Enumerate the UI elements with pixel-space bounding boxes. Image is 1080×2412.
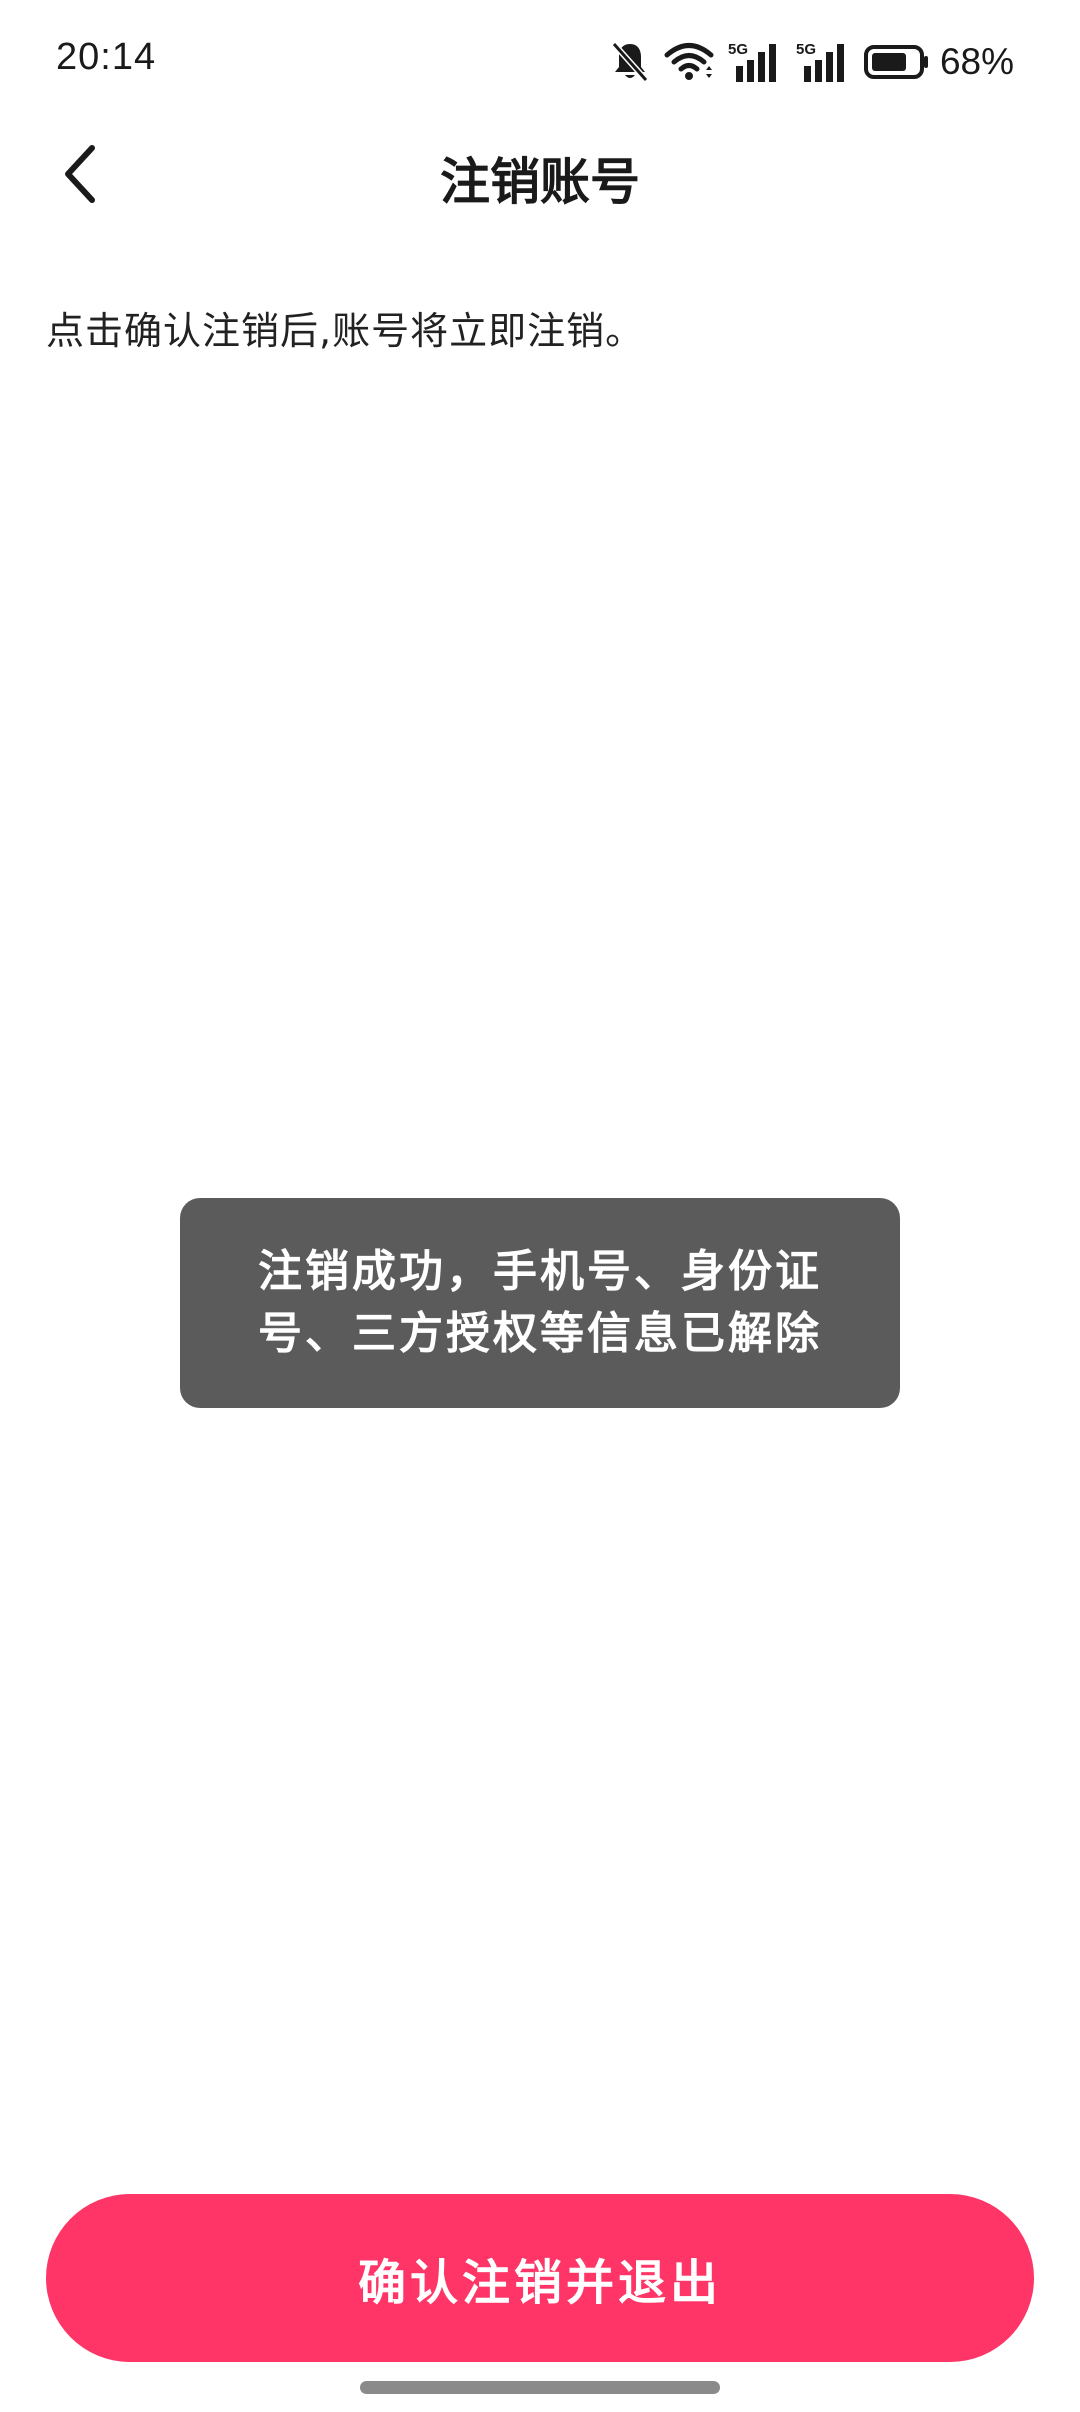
status-icons: 5G 5G 68% — [610, 36, 1014, 88]
bell-off-icon — [610, 40, 650, 84]
battery-percent: 68% — [939, 41, 1014, 82]
signal-label: 5G — [728, 41, 748, 58]
deactivation-description: 点击确认注销后,账号将立即注销。 — [46, 309, 645, 353]
5g-signal-icon: 5G — [796, 40, 850, 84]
status-bar: 20:14 5G 5G 68% — [0, 0, 1080, 120]
wifi-icon — [664, 42, 714, 82]
confirm-deactivate-button[interactable]: 确认注销并退出 — [46, 2194, 1034, 2362]
toast-message: 注销成功，手机号、身份证号、三方授权等信息已解除 — [258, 1246, 822, 1359]
home-indicator[interactable] — [360, 2381, 720, 2394]
toast: 注销成功，手机号、身份证号、三方授权等信息已解除 — [180, 1198, 900, 1408]
5g-signal-icon: 5G — [728, 40, 782, 84]
nav-bar: 注销账号 — [0, 120, 1080, 230]
battery-icon — [863, 44, 930, 80]
status-time: 20:14 — [56, 36, 157, 78]
page-title: 注销账号 — [440, 153, 640, 211]
signal-label: 5G — [796, 41, 816, 58]
